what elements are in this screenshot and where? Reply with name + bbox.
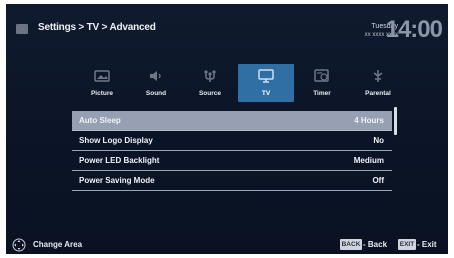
tv-icon — [258, 69, 274, 83]
back-label: Back — [367, 240, 388, 249]
setting-value: Off — [372, 176, 384, 185]
tab-tv[interactable]: TV — [238, 64, 294, 102]
tab-label: Parental — [365, 90, 391, 97]
setting-row-auto-sleep[interactable]: Auto Sleep 4 Hours — [72, 111, 392, 131]
setting-row-power-saving-mode[interactable]: Power Saving Mode Off — [72, 171, 392, 191]
setting-value: No — [373, 136, 384, 145]
source-icon — [204, 70, 216, 82]
exit-label: Exit — [421, 240, 437, 249]
breadcrumb: Settings > TV > Advanced — [38, 22, 156, 33]
tab-label: Timer — [313, 90, 331, 97]
exit-hint: - Exit — [417, 240, 437, 249]
setting-value: 4 Hours — [354, 116, 384, 125]
setting-name: Power Saving Mode — [79, 176, 155, 185]
parental-icon — [373, 70, 383, 82]
setting-name: Power LED Backlight — [79, 156, 160, 165]
tab-sound[interactable]: Sound — [128, 64, 184, 102]
tab-timer[interactable]: Timer — [294, 64, 350, 102]
back-key-badge[interactable]: BACK — [340, 239, 362, 250]
tab-label: Sound — [145, 90, 167, 97]
setting-row-show-logo-display[interactable]: Show Logo Display No — [72, 131, 392, 151]
change-area-hint: Change Area — [33, 240, 83, 249]
tab-label: Source — [198, 90, 222, 97]
setting-name: Show Logo Display — [79, 136, 153, 145]
header: Settings > TV > Advanced Tuesday xx xxxx… — [6, 4, 448, 56]
category-tabs: Picture Sound Source TV Timer Parental — [72, 64, 406, 102]
settings-menu-icon — [16, 24, 28, 34]
sound-icon — [150, 71, 161, 81]
setting-row-power-led-backlight[interactable]: Power LED Backlight Medium — [72, 151, 392, 171]
setting-name: Auto Sleep — [79, 116, 121, 125]
settings-list: Auto Sleep 4 Hours Show Logo Display No … — [72, 111, 392, 191]
picture-icon — [94, 70, 110, 82]
setting-value: Medium — [353, 156, 384, 165]
navigation-pad-icon — [12, 238, 26, 252]
tab-source[interactable]: Source — [182, 64, 238, 102]
timer-icon — [314, 69, 329, 82]
tab-parental[interactable]: Parental — [350, 64, 406, 102]
tab-label: TV — [261, 90, 271, 97]
clock: 14:00 — [385, 16, 443, 43]
back-hint: - Back — [363, 240, 388, 249]
tv-menu-screen: Settings > TV > Advanced Tuesday xx xxxx… — [6, 4, 448, 254]
scrollbar[interactable] — [394, 107, 397, 135]
tab-label: Picture — [90, 90, 114, 97]
tab-picture[interactable]: Picture — [74, 64, 130, 102]
exit-key-badge[interactable]: EXIT — [398, 239, 416, 250]
footer: Change Area BACK - Back EXIT - Exit — [6, 236, 448, 254]
